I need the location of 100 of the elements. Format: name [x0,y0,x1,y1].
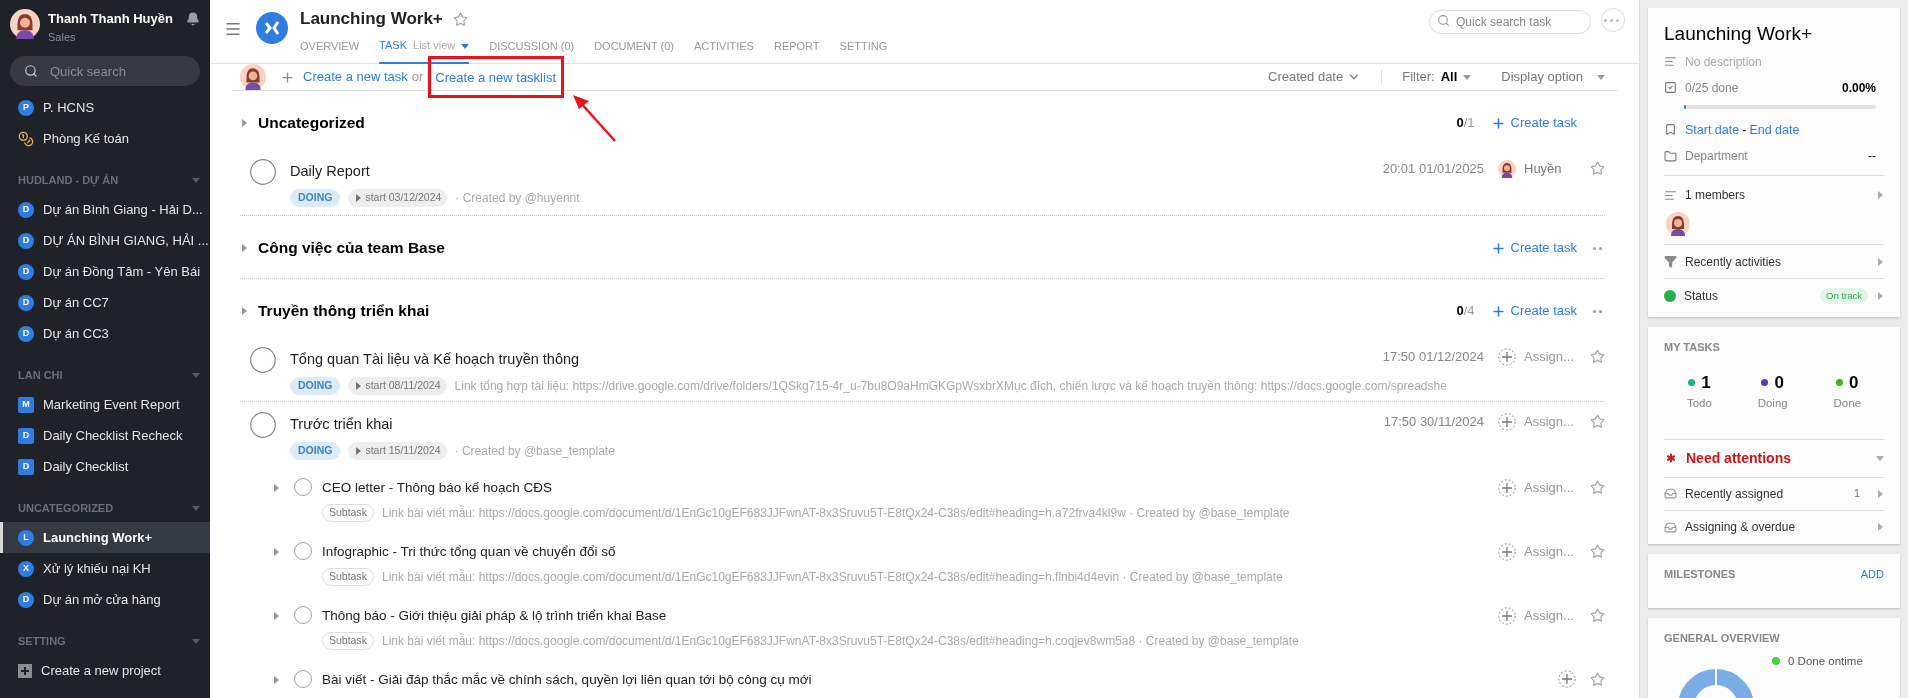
sidebar-item[interactable]: L Launching Work+ [0,522,210,553]
collapse-icon[interactable] [240,244,248,252]
project-title: Launching Work+ [1664,22,1814,46]
tasklist-title[interactable]: Công việc của team Base [258,236,1491,260]
task-checkbox[interactable] [250,412,276,438]
task-checkbox[interactable] [294,670,312,688]
caret-icon[interactable] [461,41,470,50]
more-icon[interactable] [1593,309,1605,313]
sidebar-item[interactable]: Create a new project [0,655,210,686]
collapse-icon[interactable] [192,176,200,184]
assign-icon[interactable] [1498,347,1516,366]
create-task-button[interactable]: Create task [1490,301,1577,321]
task-title[interactable]: Thông báo - Giới thiệu giải pháp & lộ trình triển khai Base [322,606,1486,627]
chevron-icon[interactable] [1876,523,1884,531]
sidebar-item[interactable]: X Xử lý khiếu nại KH [0,553,210,584]
star-icon[interactable] [1590,480,1605,496]
recent-activities[interactable]: Recently activities [1685,252,1868,271]
play-icon[interactable] [354,193,363,202]
collapse-icon[interactable] [240,307,248,315]
project-icon: D [18,427,34,444]
task-checkbox[interactable] [294,478,312,496]
star-icon[interactable] [1590,671,1605,687]
star-icon[interactable] [1590,349,1605,365]
search-field[interactable]: Quick search [10,56,200,86]
assign-icon[interactable] [1498,412,1516,431]
chevron-icon[interactable] [1876,257,1884,266]
task-note: Link bài viết mẫu: https://docs.google.com/document/d/1EnGc10gEF683JJFwnAT-8x3Sruvu5T-E8tQx24-C38s/edit#heading=h.a72frva4kl9w · Created by @base_template [381,504,1290,523]
end-date-link[interactable]: End date [1749,120,1800,140]
caret-icon[interactable] [1876,454,1884,462]
chevron-icon[interactable] [1876,292,1884,301]
expand-icon[interactable] [272,676,280,684]
attention-row[interactable]: Assigning & overdue [1685,518,1868,536]
collapse-icon[interactable] [192,371,200,379]
task-title[interactable]: CEO letter - Thông báo kế hoạch CĐS [322,478,1486,499]
create-task-button[interactable]: Create task [1490,113,1577,133]
star-icon[interactable] [1590,544,1605,560]
caret-icon[interactable] [1597,73,1605,81]
task-title[interactable]: Trước triển khai [290,414,1372,436]
assign-icon[interactable] [1498,606,1516,625]
star-icon[interactable] [1590,161,1605,177]
more-icon[interactable] [1593,246,1605,250]
tab[interactable]: TASK List view [379,38,470,64]
assign-icon[interactable] [1558,670,1576,688]
task-checkbox[interactable] [294,606,312,624]
user-role: Sales [48,30,77,45]
caret-icon[interactable] [1463,73,1472,81]
menu-icon[interactable] [224,20,242,38]
collapse-icon[interactable] [240,119,248,127]
sidebar-item[interactable]: D Dự án mở cửa hàng [0,584,210,615]
sidebar-item[interactable]: P P. HCNS [0,92,210,123]
assign-icon[interactable] [1498,478,1516,497]
need-attentions[interactable]: Need attentions [1686,447,1868,469]
star-icon[interactable] [452,11,468,27]
task-title[interactable]: Bài viết - Giải đáp thắc mắc về chính sách, quyền lợi liên quan tới bộ công cụ mới [322,670,1546,691]
task-title[interactable]: Infographic - Tri thức tổng quan về chuyển đổi số [322,542,1486,563]
collapse-icon[interactable] [192,504,200,512]
tasklist-title[interactable]: Truyền thông triển khai [258,299,1457,323]
dots-icon[interactable] [1604,18,1622,22]
members-label[interactable]: 1 members [1685,186,1868,205]
add-milestone-button[interactable]: ADD [1860,565,1884,582]
sidebar-item[interactable]: M Marketing Event Report [0,389,210,420]
tasklist-title[interactable]: Uncategorized [258,111,1457,135]
status-tag: DOING [290,376,341,395]
sidebar-item[interactable]: D Daily Checklist Recheck [0,420,210,451]
start-date-link[interactable]: Start date [1685,120,1740,140]
sidebar-item[interactable]: D Dự án CC3 [0,318,210,349]
sidebar-item[interactable]: D Dự án CC7 [0,287,210,318]
star-icon[interactable] [1590,608,1605,624]
create-task-link[interactable]: Create a new task [303,67,408,87]
task-checkbox[interactable] [250,347,276,373]
expand-icon[interactable] [272,484,280,492]
collapse-icon[interactable] [192,637,200,645]
search-task-field[interactable]: Quick search task [1429,10,1591,34]
play-icon[interactable] [354,381,363,390]
task-checkbox[interactable] [294,542,312,560]
assign-icon[interactable] [1498,542,1516,561]
expand-icon[interactable] [272,548,280,556]
sidebar-item[interactable]: D Daily Checklist [0,451,210,482]
create-tasklist-link[interactable]: Create a new tasklist [435,68,556,88]
sort-dropdown[interactable]: Created date [1268,67,1362,87]
attention-row[interactable]: Recently assigned [1685,484,1846,503]
sidebar-item[interactable]: D DỰ ÁN BÌNH GIANG, HẢI ... [0,225,210,256]
chevron-icon[interactable] [1876,489,1884,498]
task-title[interactable]: Tổng quan Tài liệu và Kế hoạch truyền thông [290,349,1371,371]
star-icon[interactable] [1590,414,1605,430]
or-label: or [411,68,424,87]
task-checkbox[interactable] [250,159,276,185]
bell-icon[interactable] [186,12,200,26]
filter-dropdown[interactable]: Filter: All [1402,67,1472,87]
display-option-dropdown[interactable]: Display option [1501,67,1605,87]
create-task-button[interactable]: Create task [1490,238,1577,258]
project-icon: D [18,232,34,249]
project-logo [256,12,288,44]
task-title[interactable]: Daily Report [290,161,1371,183]
chevron-icon[interactable] [1876,191,1884,200]
expand-icon[interactable] [272,612,280,620]
play-icon[interactable] [354,446,363,455]
sidebar-item[interactable]: D Dự án Đồng Tâm - Yên Bái [0,256,210,287]
sidebar-item[interactable]: Phòng Kế toán [0,123,210,154]
sidebar-item[interactable]: D Dự án Bình Giang - Hải D... [0,194,210,225]
